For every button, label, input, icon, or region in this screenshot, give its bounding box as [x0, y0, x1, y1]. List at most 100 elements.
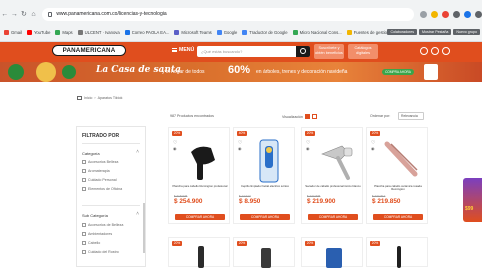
checkbox[interactable] — [82, 223, 86, 227]
chevron-up-icon[interactable]: ˄ — [136, 211, 139, 217]
bookmark-micro[interactable]: Micro Nacional Cons... — [292, 29, 342, 35]
home-icon[interactable]: ⌂ — [29, 11, 39, 18]
checkbox[interactable] — [82, 169, 86, 173]
tree-image — [62, 65, 76, 79]
filter-option[interactable]: Cabello — [82, 241, 100, 245]
product-image[interactable] — [318, 138, 356, 184]
checkbox[interactable] — [82, 178, 86, 182]
filter-option[interactable]: Cuidado Personal — [82, 178, 117, 182]
list-view-icon[interactable] — [311, 114, 317, 119]
discount-badge: 20% — [370, 131, 380, 136]
discount-badge: 20% — [172, 241, 182, 246]
product-image[interactable] — [250, 138, 288, 184]
eye-icon[interactable]: ◉ — [371, 146, 375, 151]
menu-button[interactable]: MENÚ — [172, 47, 194, 53]
location-icon[interactable] — [431, 47, 439, 55]
product-image[interactable] — [324, 244, 344, 268]
share-icon[interactable] — [420, 10, 428, 18]
breadcrumb-home[interactable]: Inicio — [84, 96, 92, 100]
bookmark-gmail[interactable]: Gmail — [4, 29, 22, 35]
filter-group-subcategory[interactable]: Sub Categoría — [82, 213, 108, 218]
product-card[interactable]: 20% ♡ ◉ Plancha para cabello Remington p… — [168, 127, 230, 224]
filter-option[interactable]: Accesorios de Belleza — [82, 223, 123, 227]
home-icon[interactable] — [77, 96, 82, 100]
product-price: $ 8.950 — [239, 198, 261, 205]
checkbox[interactable] — [82, 250, 86, 254]
product-name[interactable]: Plancha para cabello Remington profesion… — [172, 184, 228, 188]
address-row: ← → ↻ ⌂ www.panamericana.com.co/licencia… — [0, 6, 482, 22]
filter-group-category[interactable]: Categoría — [82, 151, 100, 156]
product-image[interactable] — [185, 138, 223, 184]
sidebar-scrollbar[interactable] — [143, 203, 145, 253]
bookmark-ulcent[interactable]: ULCENT · Ivanova — [77, 29, 120, 35]
product-image[interactable] — [256, 244, 276, 268]
bookmark-maps[interactable]: Maps — [55, 29, 73, 35]
product-image[interactable] — [389, 244, 409, 268]
subscribe-box[interactable]: Suscríbete y obtén beneficios — [314, 44, 344, 59]
checkbox[interactable] — [82, 160, 86, 164]
discount-badge: 20% — [305, 131, 315, 136]
search-icon[interactable] — [296, 46, 310, 57]
catalogs-box[interactable]: Catálogos digitales — [348, 44, 378, 59]
banner-button[interactable]: COMPRA AHORA — [382, 69, 414, 75]
bookmark-youtube[interactable]: YouTube — [26, 29, 50, 35]
bookmark-google[interactable]: Google — [216, 29, 237, 35]
hamburger-icon — [172, 48, 177, 52]
filter-option[interactable]: Accesorios Belleza — [82, 160, 118, 164]
buy-button[interactable]: COMPRAR AHORA — [175, 214, 225, 220]
buy-button[interactable]: COMPRAR AHORA — [240, 214, 290, 220]
product-name[interactable]: Plancha para cabello cerámica rosada Rem… — [370, 184, 426, 192]
puzzle-icon[interactable] — [453, 10, 461, 18]
product-image[interactable] — [383, 138, 421, 184]
product-card[interactable]: 20% — [301, 237, 363, 268]
eye-icon[interactable]: ◉ — [173, 146, 177, 151]
bookmark-translate[interactable]: Traductor de Google — [242, 29, 288, 35]
profile-icon[interactable] — [464, 10, 472, 18]
product-card[interactable]: 40% ♡ ◉ Cepillo limpiador facial eléctri… — [233, 127, 295, 224]
bookmark-button-mostrar[interactable]: Mostrar Pestaña — [419, 29, 452, 35]
sort-label: Ordenar por: — [370, 114, 391, 118]
site-logo[interactable]: PANAMERICANA — [52, 45, 126, 56]
promo-banner[interactable]: La Casa de santa y el hogar de todos 60%… — [0, 62, 482, 82]
bookmark-fuentes[interactable]: Fuentes de gestio... — [346, 29, 390, 35]
bookmark-correo[interactable]: Correo PAOLA EA... — [124, 29, 169, 35]
filter-option[interactable]: Aromaterapia — [82, 169, 110, 173]
google-icon — [216, 29, 222, 35]
product-card[interactable]: 20% ♡ ◉ Secador de cabello profesional i… — [301, 127, 363, 224]
sort-select[interactable]: Relevancia — [398, 112, 424, 120]
buy-button[interactable]: COMPRAR AHORA — [373, 214, 423, 220]
forward-icon[interactable]: → — [10, 11, 20, 18]
chevron-up-icon[interactable]: ˄ — [136, 149, 139, 155]
checkbox[interactable] — [82, 187, 86, 191]
search-input[interactable]: ¿Qué estás buscando? — [197, 46, 310, 57]
product-card[interactable]: 20% — [233, 237, 295, 268]
product-name[interactable]: Secador de cabello profesional iónico bl… — [305, 184, 361, 188]
cart-icon[interactable] — [442, 47, 450, 55]
url-bar[interactable]: www.panamericana.com.co/licencias-y-tecn… — [42, 7, 415, 21]
bookmark-buttons: Colaboradores Mostrar Pestaña Nuevo grup… — [387, 26, 480, 38]
floating-ad[interactable]: $99 — [463, 178, 482, 222]
back-icon[interactable]: ← — [0, 11, 10, 18]
filter-option[interactable]: Elementos de Oficina — [82, 187, 122, 191]
bookmark-teams[interactable]: Microsoft Teams — [174, 29, 212, 35]
bookmark-button-nuevo[interactable]: Nuevo grupo — [453, 29, 480, 35]
filter-option[interactable]: Ambientadores — [82, 232, 112, 236]
buy-button[interactable]: COMPRAR AHORA — [308, 214, 358, 220]
eye-icon[interactable]: ◉ — [306, 146, 310, 151]
product-image[interactable] — [191, 244, 211, 268]
checkbox[interactable] — [82, 232, 86, 236]
user-icon[interactable] — [420, 47, 428, 55]
eye-icon[interactable]: ◉ — [238, 146, 242, 151]
extension-icon[interactable] — [442, 10, 450, 18]
bookmark-button-colaboradores[interactable]: Colaboradores — [387, 29, 418, 35]
reload-icon[interactable]: ↻ — [19, 10, 29, 18]
product-card[interactable]: 20% ♡ ◉ Plancha para cabello cerámica ro… — [366, 127, 428, 224]
star-icon[interactable] — [431, 10, 439, 18]
filter-option[interactable]: Cuidado del Rostro — [82, 250, 119, 254]
product-name[interactable]: Cepillo limpiador facial eléctrico sónic… — [237, 184, 293, 188]
grid-view-icon[interactable] — [304, 114, 310, 119]
product-card[interactable]: 20% — [168, 237, 230, 268]
more-icon[interactable] — [475, 10, 482, 18]
product-card[interactable]: 20% — [366, 237, 428, 268]
checkbox[interactable] — [82, 241, 86, 245]
